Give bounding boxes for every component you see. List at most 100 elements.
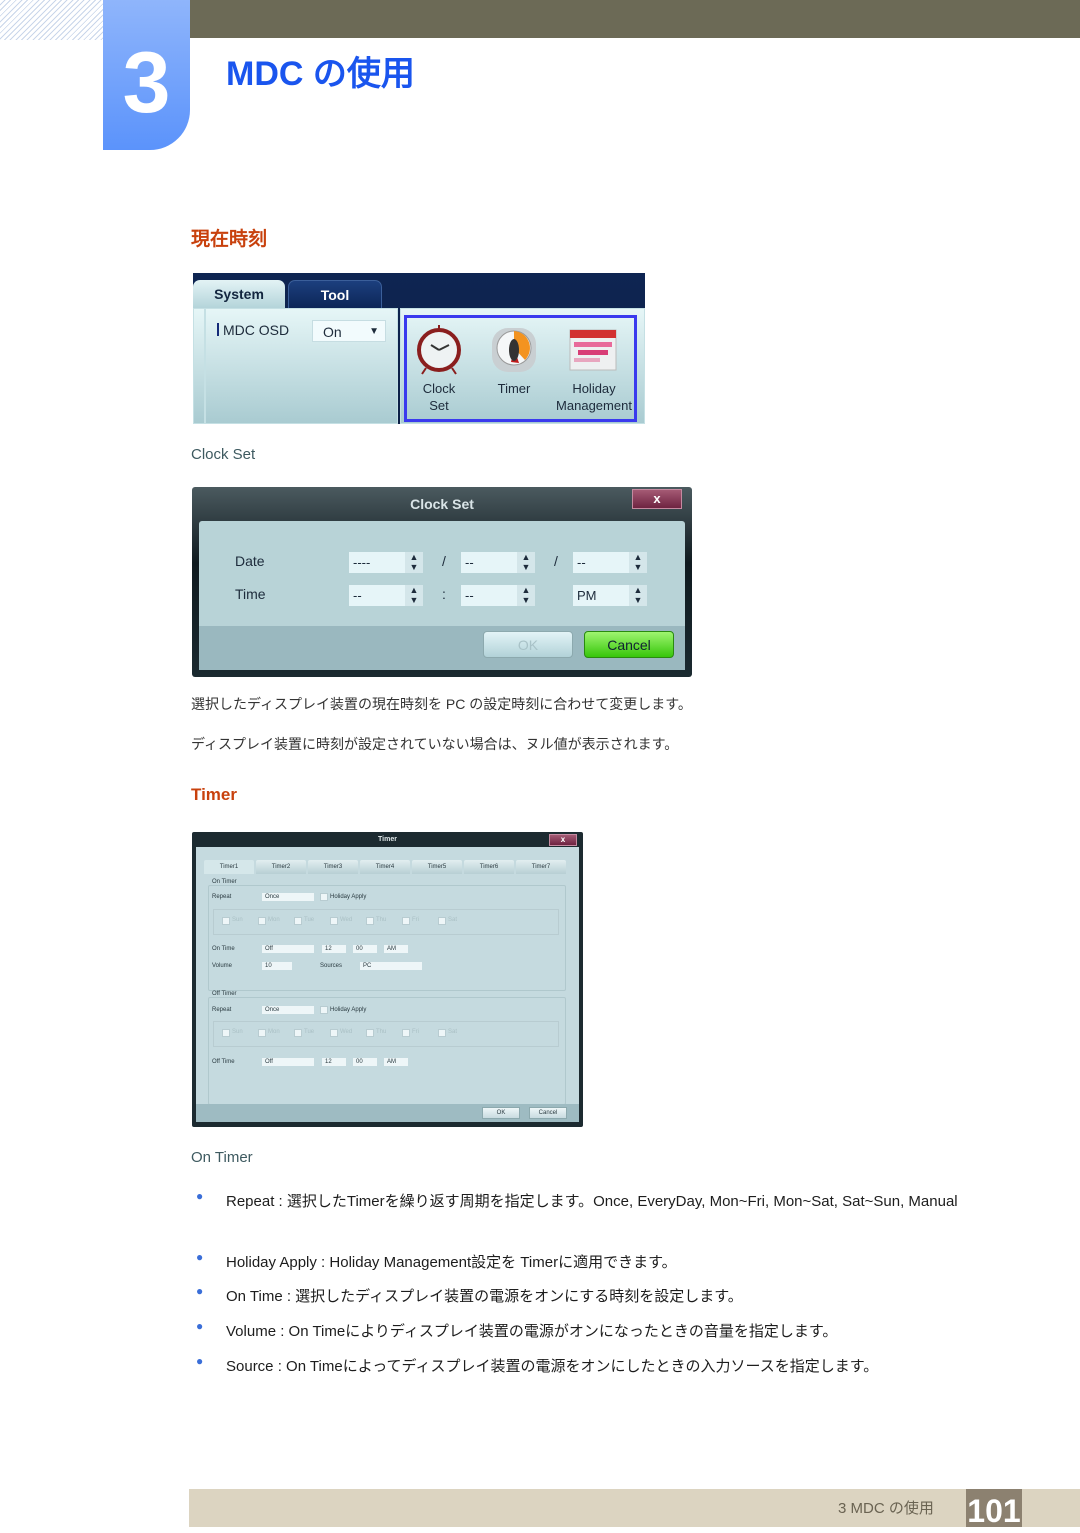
- year-spinner[interactable]: ---- ▲ ▼: [349, 552, 423, 573]
- day-label: Sun: [232, 917, 243, 923]
- day-label: Wed: [340, 917, 353, 923]
- ok-button[interactable]: OK: [482, 1107, 520, 1119]
- day-label: Thu: [376, 917, 387, 923]
- tool-holiday-management[interactable]: Holiday Management: [552, 380, 636, 414]
- on-minute-spinner[interactable]: 00: [353, 945, 377, 953]
- minute-spinner[interactable]: -- ▲ ▼: [461, 585, 535, 606]
- off-ampm-spinner[interactable]: AM: [384, 1058, 408, 1066]
- panel-osd: MDC OSD On ▼: [205, 308, 398, 424]
- section-heading-current-time: 現在時刻: [191, 229, 268, 250]
- spin-arrows-icon[interactable]: ▲ ▼: [405, 552, 423, 573]
- hour-spinner[interactable]: -- ▲ ▼: [349, 585, 423, 606]
- tab-timer3[interactable]: Timer3: [308, 860, 358, 874]
- day-spinner[interactable]: -- ▲ ▼: [573, 552, 647, 573]
- day-label: Mon: [268, 1029, 280, 1035]
- sources-select[interactable]: PC: [360, 962, 422, 970]
- close-icon: x: [560, 835, 566, 844]
- panel-left: [193, 308, 205, 424]
- spin-arrows-icon[interactable]: ▲ ▼: [517, 585, 535, 606]
- header-hatch-decoration: [0, 0, 103, 40]
- tab-timer4[interactable]: Timer4: [360, 860, 410, 874]
- repeat-select[interactable]: Once: [262, 1006, 314, 1014]
- tool-timer[interactable]: Timer: [487, 380, 541, 397]
- dialog-body: Timer1 Timer2 Timer3 Timer4 Timer5 Timer…: [196, 847, 579, 1109]
- on-time-label: On Time: [212, 946, 235, 952]
- day-checkbox[interactable]: [366, 1029, 374, 1037]
- chapter-title: MDC の使用: [226, 55, 415, 93]
- day-label: Tue: [304, 917, 315, 923]
- clock-set-dialog: Clock Set x Date Time ---- ▲ ▼ / -- ▲ ▼ / --…: [192, 487, 692, 677]
- day-checkbox[interactable]: [438, 1029, 446, 1037]
- dialog-title: Timer: [378, 836, 397, 843]
- holiday-apply-checkbox[interactable]: [320, 1006, 328, 1014]
- volume-stepper[interactable]: 10: [262, 962, 292, 970]
- dialog-body: Date Time ---- ▲ ▼ / -- ▲ ▼ / -- ▲ ▼ -- ▲ ▼ : --…: [199, 521, 685, 626]
- tab-timer6[interactable]: Timer6: [464, 860, 514, 874]
- alarm-clock-icon[interactable]: [414, 323, 464, 375]
- dialog-footer: [196, 1104, 579, 1122]
- paragraph: ディスプレイ装置に時刻が設定されていない場合は、ヌル値が表示されます。: [191, 736, 679, 752]
- month-spinner[interactable]: -- ▲ ▼: [461, 552, 535, 573]
- calendar-icon[interactable]: [568, 326, 618, 372]
- subheading-on-timer: On Timer: [191, 1149, 253, 1166]
- day-checkbox[interactable]: [258, 917, 266, 925]
- header-bar: [190, 0, 1080, 38]
- tab-tool[interactable]: Tool: [288, 280, 382, 310]
- page-number: 101: [966, 1489, 1022, 1529]
- sources-label: Sources: [320, 963, 343, 969]
- off-hour-spinner[interactable]: 12: [322, 1058, 346, 1066]
- day-checkbox[interactable]: [330, 917, 338, 925]
- day-label: Wed: [340, 1029, 353, 1035]
- date-separator: /: [442, 553, 446, 569]
- day-checkbox[interactable]: [330, 1029, 338, 1037]
- tab-timer2[interactable]: Timer2: [256, 860, 306, 874]
- spin-arrows-icon[interactable]: ▲ ▼: [517, 552, 535, 573]
- cancel-button[interactable]: Cancel: [584, 631, 674, 658]
- tab-timer5[interactable]: Timer5: [412, 860, 462, 874]
- day-checkbox[interactable]: [438, 917, 446, 925]
- kitchen-timer-icon[interactable]: [489, 322, 539, 374]
- time-separator: :: [442, 586, 446, 602]
- day-checkbox[interactable]: [294, 1029, 302, 1037]
- off-minute-spinner[interactable]: 00: [353, 1058, 377, 1066]
- holiday-apply-checkbox[interactable]: [320, 893, 328, 901]
- close-button[interactable]: x: [549, 834, 577, 846]
- bullet-icon: ●: [196, 1250, 204, 1264]
- close-button[interactable]: x: [632, 489, 682, 509]
- spin-arrows-icon[interactable]: ▲ ▼: [629, 552, 647, 573]
- off-time-select[interactable]: Off: [262, 1058, 314, 1066]
- on-ampm-spinner[interactable]: AM: [384, 945, 408, 953]
- day-checkbox[interactable]: [222, 1029, 230, 1037]
- day-label: Sat: [448, 917, 458, 923]
- off-timer-label: Off Timer: [212, 991, 237, 997]
- day-checkbox[interactable]: [402, 917, 410, 925]
- tab-system[interactable]: System: [193, 280, 285, 308]
- cancel-button[interactable]: Cancel: [529, 1107, 567, 1119]
- footer-bar: [189, 1489, 1080, 1527]
- off-time-label: Off Time: [212, 1059, 235, 1065]
- tab-timer7[interactable]: Timer7: [516, 860, 566, 874]
- ok-button[interactable]: OK: [483, 631, 573, 658]
- day-label: Sat: [448, 1029, 458, 1035]
- day-checkbox[interactable]: [366, 917, 374, 925]
- bullet-icon: ●: [196, 1354, 204, 1368]
- day-label: Sun: [232, 1029, 243, 1035]
- day-label: Tue: [304, 1029, 315, 1035]
- holiday-apply-label: Holiday Apply: [330, 1007, 367, 1013]
- day-checkbox[interactable]: [402, 1029, 410, 1037]
- day-checkbox[interactable]: [222, 917, 230, 925]
- day-label: Thu: [376, 1029, 387, 1035]
- day-checkbox[interactable]: [258, 1029, 266, 1037]
- spin-arrows-icon[interactable]: ▲ ▼: [629, 585, 647, 606]
- on-time-select[interactable]: Off: [262, 945, 314, 953]
- mdc-osd-select[interactable]: On ▼: [312, 320, 386, 342]
- date-label: Date: [235, 553, 265, 569]
- spin-arrows-icon[interactable]: ▲ ▼: [405, 585, 423, 606]
- tool-clock-set[interactable]: Clock Set: [412, 380, 466, 414]
- day-checkbox[interactable]: [294, 917, 302, 925]
- tab-timer1[interactable]: Timer1: [204, 860, 254, 874]
- ampm-spinner[interactable]: PM ▲ ▼: [573, 585, 647, 606]
- repeat-select[interactable]: Once: [262, 893, 314, 901]
- holiday-apply-label: Holiday Apply: [330, 894, 367, 900]
- on-hour-spinner[interactable]: 12: [322, 945, 346, 953]
